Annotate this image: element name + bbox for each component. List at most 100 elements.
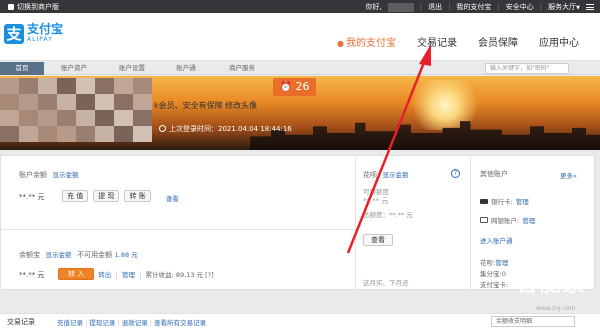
security-line[interactable]: k会员、安全有保障 修改头像 <box>154 100 257 111</box>
mosaic-tile <box>19 126 38 142</box>
records-bar: 交易记录 充值记录 | 提现记录 | 退款记录 | 查看所有交易记录 余额收支明… <box>0 313 600 329</box>
total-row: 总额度：**.** 元 <box>363 211 413 219</box>
all-records-link[interactable]: 查看所有交易记录 <box>154 319 206 327</box>
mosaic-tile <box>19 110 38 126</box>
greeting: 你好, <box>365 3 382 11</box>
header: 支 支付宝 ALIPAY ● 我的支付宝 交易记录 会员保障 应用中心 <box>0 13 600 61</box>
huabei-title: 花呗 <box>363 171 377 179</box>
records-links: 充值记录 | 提现记录 | 退款记录 | 查看所有交易记录 <box>57 319 207 327</box>
logo-text: 支付宝 <box>27 22 64 36</box>
mosaic-tile <box>133 94 152 110</box>
balance-view-link[interactable]: 查看 <box>166 193 179 203</box>
merchant-switch-icon[interactable] <box>8 4 14 10</box>
yuebao-title-row: 余额宝 显示金额 不可用金额 1.88 元 <box>19 249 138 260</box>
more-link[interactable]: 更多» <box>560 170 577 180</box>
username-redacted <box>387 2 414 12</box>
mosaic-tile <box>114 94 133 110</box>
sunset-glow <box>405 80 485 130</box>
security-center-link[interactable]: 安全中心 <box>506 2 534 12</box>
yuebao-manage-link[interactable]: 管理 <box>122 269 135 279</box>
search-input[interactable]: 输入关键字，如"密码" <box>485 63 569 74</box>
tab-home[interactable]: 首页 <box>0 62 44 75</box>
recharge-button[interactable]: 充 值 <box>62 190 89 202</box>
yuebao-title: 余额宝 <box>19 251 40 259</box>
tab-account-tong[interactable]: 账户通 <box>164 62 208 75</box>
withdraw-records-link[interactable]: 提现记录 <box>89 319 115 327</box>
notification-badge[interactable]: ⏰ 26 <box>273 78 316 96</box>
netbank-row: 网银账户: 管理 <box>480 215 535 225</box>
my-alipay-link[interactable]: 我的支付宝 <box>456 2 491 12</box>
huabei-manage-link[interactable]: 管理 <box>495 259 508 267</box>
sub-nav: 首页 账户资产 账户设置 账户通 商户服务 输入关键字，如"密码" <box>0 62 600 75</box>
service-hall-link[interactable]: 服务大厅▼ <box>548 2 580 12</box>
yuebao-show-link[interactable]: 显示金额 <box>46 251 72 259</box>
huabei-manage-row: 花呗:管理 <box>480 259 509 267</box>
mosaic-tile <box>57 94 76 110</box>
tab-account-assets[interactable]: 账户资产 <box>48 62 100 75</box>
mosaic-tile <box>38 94 57 110</box>
transfer-button[interactable]: 转 账 <box>124 190 151 202</box>
netbank-manage-link[interactable]: 管理 <box>522 215 535 225</box>
unavailable-value[interactable]: 1.88 元 <box>115 251 138 259</box>
mosaic-tile <box>57 126 76 142</box>
withdraw-button[interactable]: 提 现 <box>93 190 120 202</box>
mosaic-tile <box>0 110 19 126</box>
login-time: 上次登录时间：2021.04.04 18:44:16 <box>159 124 292 134</box>
mosaic-tile <box>114 110 133 126</box>
alipay-logo-icon: 支 <box>4 23 24 44</box>
huabei-show-link[interactable]: 显示金额 <box>383 171 409 179</box>
logout-link[interactable]: 退出 <box>428 2 442 12</box>
bank-card-icon <box>480 198 488 204</box>
mosaic-tile <box>76 126 95 142</box>
refund-records-link[interactable]: 退款记录 <box>122 319 148 327</box>
mosaic-tile <box>38 110 57 126</box>
mosaic-tile <box>38 126 57 142</box>
nav-app-center[interactable]: 应用中心 <box>539 34 579 49</box>
nav-member-protection[interactable]: 会员保障 <box>478 34 518 49</box>
watermark-url: www.znj.com <box>536 305 576 312</box>
enter-account-tong-link[interactable]: 进入账户通 <box>480 235 513 245</box>
watermark-logo: 智能家 <box>516 272 586 297</box>
records-type-select[interactable]: 余额收支明细 <box>491 316 575 327</box>
mosaic-tile <box>57 78 76 94</box>
tab-merchant-services[interactable]: 商户服务 <box>216 62 268 75</box>
avatar-mosaic <box>0 78 152 142</box>
mosaic-tile <box>114 126 133 142</box>
balance-title: 账户余额 <box>19 171 47 179</box>
transfer-out-link[interactable]: 转出 <box>98 269 111 279</box>
mosaic-tile <box>76 78 95 94</box>
mosaic-tile <box>133 126 152 142</box>
switch-merchant-link[interactable]: 切换到商户版 <box>17 2 59 12</box>
alipay-logo[interactable]: 支 支付宝 ALIPAY <box>4 23 63 44</box>
main-nav: ● 我的支付宝 交易记录 会员保障 应用中心 <box>337 34 600 49</box>
divider <box>0 229 355 230</box>
mosaic-tile <box>95 78 114 94</box>
active-dot-icon: ● <box>337 39 344 48</box>
menu-icon[interactable] <box>586 4 594 10</box>
nav-my-alipay[interactable]: ● 我的支付宝 <box>337 34 396 49</box>
help-icon[interactable]: ? <box>451 169 460 178</box>
balance-show-link[interactable]: 显示金额 <box>53 171 79 179</box>
huabei-view-button[interactable]: 查看 <box>363 234 393 246</box>
recharge-records-link[interactable]: 充值记录 <box>57 319 83 327</box>
records-title: 交易记录 <box>7 318 35 326</box>
tab-account-settings[interactable]: 账户设置 <box>106 62 158 75</box>
mosaic-tile <box>0 94 19 110</box>
mosaic-tile <box>19 94 38 110</box>
bank-card-row: 银行卡: 管理 <box>480 196 529 206</box>
mosaic-tile <box>57 110 76 126</box>
chevron-down-icon: ▼ <box>576 5 580 11</box>
mosaic-tile <box>19 78 38 94</box>
nav-transaction-records[interactable]: 交易记录 <box>417 34 457 49</box>
mosaic-tile <box>95 126 114 142</box>
alipay-card-row: 支付宝卡: <box>480 281 509 289</box>
available-value: **.** 元 <box>363 197 389 205</box>
mosaic-tile <box>95 110 114 126</box>
mosaic-tile <box>38 78 57 94</box>
mosaic-tile <box>0 126 19 142</box>
transfer-in-button[interactable]: 转 入 <box>58 268 95 280</box>
top-bar: 切换到商户版 你好, | 退出 | 我的支付宝 | 安全中心 | 服务大厅▼ <box>0 0 600 13</box>
divider <box>470 155 471 290</box>
huabei-title-row: 花呗 显示金额 <box>363 169 409 180</box>
bank-manage-link[interactable]: 管理 <box>516 196 529 206</box>
